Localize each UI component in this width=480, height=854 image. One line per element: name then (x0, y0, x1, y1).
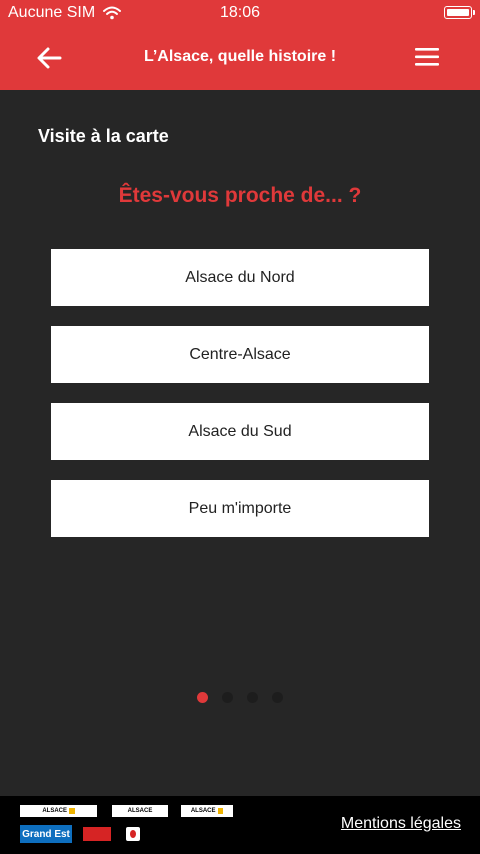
hamburger-menu-icon (415, 48, 439, 66)
logo-small-emblem (126, 827, 140, 841)
logo-red-flag (83, 827, 111, 841)
option-centre-alsace[interactable]: Centre-Alsace (51, 326, 429, 383)
option-label: Centre-Alsace (189, 345, 291, 363)
page-dot-1[interactable] (197, 692, 208, 703)
logo-alsace-3: ALSACE (181, 805, 233, 817)
option-label: Alsace du Nord (185, 268, 295, 286)
partner-logos: ALSACE ALSACE ALSACE Grand Est (20, 805, 250, 849)
question-heading: Êtes-vous proche de... ? (118, 184, 362, 207)
footer: ALSACE ALSACE ALSACE Grand Est Mentions … (0, 796, 480, 854)
page-title: L’Alsace, quelle histoire ! (143, 48, 337, 65)
page-dot-3[interactable] (247, 692, 258, 703)
battery-icon (444, 6, 475, 19)
logo-alsace-label: ALSACE (127, 808, 153, 814)
logo-alsace-1: ALSACE (20, 805, 97, 817)
page-dot-2[interactable] (222, 692, 233, 703)
status-bar: Aucune SIM 18:06 (0, 0, 480, 26)
option-label: Peu m'importe (188, 499, 292, 517)
logo-alsace-label: ALSACE (190, 808, 216, 814)
page-indicator (0, 692, 480, 703)
section-title: Visite à la carte (38, 126, 169, 146)
option-peu-m-importe[interactable]: Peu m'importe (51, 480, 429, 537)
page-dot-4[interactable] (272, 692, 283, 703)
option-alsace-du-nord[interactable]: Alsace du Nord (51, 249, 429, 306)
logo-alsace-label: ALSACE (42, 808, 67, 814)
option-label: Alsace du Sud (188, 422, 292, 440)
logo-alsace-2: ALSACE (112, 805, 168, 817)
legal-notice-link[interactable]: Mentions légales (341, 815, 461, 833)
menu-button[interactable] (414, 46, 440, 68)
option-alsace-du-sud[interactable]: Alsace du Sud (51, 403, 429, 460)
logo-grand-est: Grand Est (20, 825, 72, 843)
nav-bar: L’Alsace, quelle histoire ! (0, 26, 480, 90)
status-time: 18:06 (219, 4, 261, 21)
